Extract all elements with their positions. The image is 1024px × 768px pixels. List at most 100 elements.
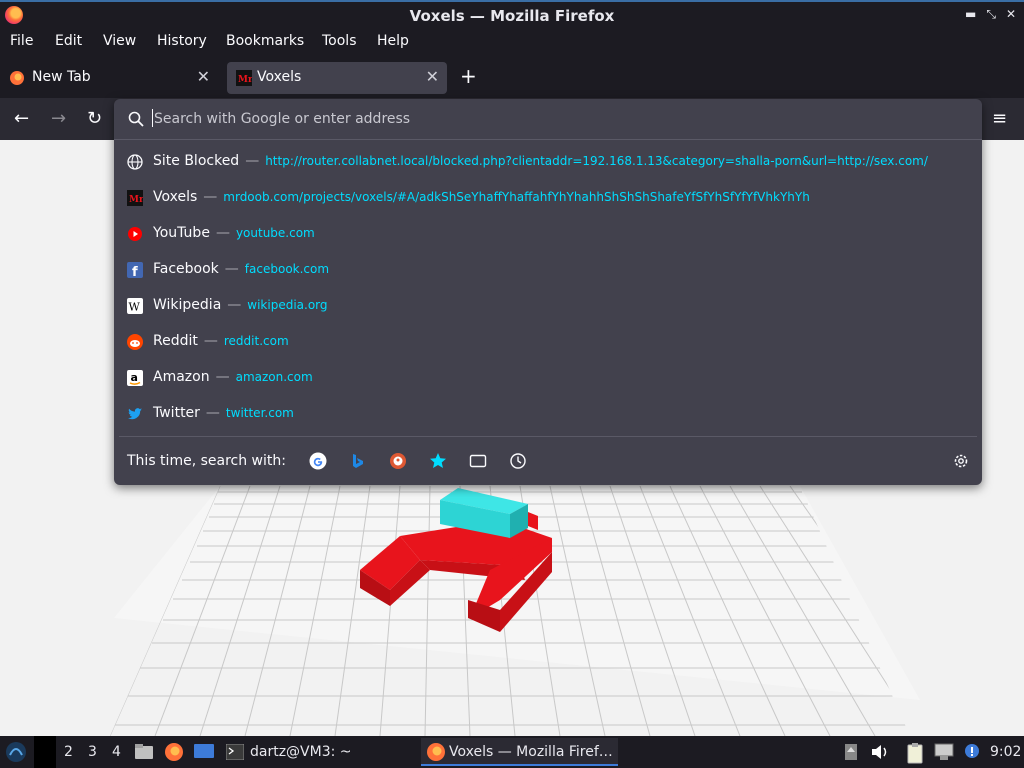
workspace-1[interactable] — [34, 736, 56, 768]
search-with-label: This time, search with: — [127, 453, 286, 469]
firefox-icon — [426, 742, 446, 766]
task-terminal[interactable]: dartz@VM3: ~ — [222, 738, 412, 766]
suggestion-separator: — — [224, 261, 239, 277]
svg-text:Mr: Mr — [238, 75, 252, 85]
suggestion-twitter[interactable]: Twitter — twitter.com — [119, 397, 977, 431]
desktop-icon[interactable] — [193, 743, 215, 765]
suggestion-url: wikipedia.org — [247, 298, 328, 312]
svg-text:f: f — [132, 265, 138, 278]
workspace-3[interactable]: 3 — [88, 744, 97, 760]
suggestion-title: Wikipedia — [153, 297, 222, 313]
suggestion-url: http://router.collabnet.local/blocked.ph… — [265, 154, 928, 168]
facebook-icon: f — [127, 262, 143, 280]
task-label: dartz@VM3: ~ — [250, 744, 352, 760]
minimize-button[interactable]: ▬ — [965, 7, 976, 22]
new-tab-plus-icon[interactable]: + — [460, 64, 477, 88]
text-caret — [152, 109, 153, 127]
google-icon[interactable] — [309, 452, 327, 470]
tabs-icon[interactable] — [469, 452, 487, 470]
twitter-icon — [127, 406, 143, 422]
reddit-icon — [127, 334, 143, 350]
tab-new-tab[interactable]: New Tab ✕ — [0, 62, 218, 94]
terminal-icon — [225, 743, 245, 764]
suggestion-title: Site Blocked — [153, 153, 240, 169]
tab-label: New Tab — [32, 69, 91, 85]
history-clock-icon[interactable] — [509, 452, 527, 470]
menu-bar: File Edit View History Bookmarks Tools H… — [0, 30, 1024, 54]
suggestion-site-blocked[interactable]: Site Blocked — http://router.collabnet.loc… — [119, 145, 977, 179]
menu-file[interactable]: File — [10, 33, 33, 49]
suggestion-wikipedia[interactable]: W Wikipedia — wikipedia.org — [119, 289, 977, 323]
suggestion-amazon[interactable]: a Amazon — amazon.com — [119, 361, 977, 395]
start-menu-icon[interactable] — [4, 741, 28, 767]
maximize-button[interactable]: ⤡ — [986, 7, 996, 22]
window-title: Voxels — Mozilla Firefox — [409, 7, 615, 25]
suggestion-url: amazon.com — [235, 370, 313, 384]
bing-icon[interactable] — [349, 452, 367, 470]
suggestion-youtube[interactable]: YouTube — youtube.com — [119, 217, 977, 251]
clock: 9:02 — [990, 744, 1022, 760]
urlbar-dropdown: Site Blocked — http://router.collabnet.loc… — [114, 99, 982, 485]
suggestion-url: mrdoob.com/projects/voxels/#A/adkShSeYha… — [223, 190, 810, 204]
suggestion-separator: — — [205, 405, 220, 421]
suggestion-separator: — — [215, 225, 230, 241]
divider — [119, 436, 977, 437]
suggestion-separator: — — [203, 189, 218, 205]
close-tab-icon[interactable]: ✕ — [426, 67, 439, 86]
reload-icon[interactable]: ↻ — [87, 108, 102, 129]
menu-help[interactable]: Help — [377, 33, 409, 49]
suggestion-title: YouTube — [153, 225, 210, 241]
clipboard-icon[interactable] — [905, 742, 925, 768]
search-icon — [128, 111, 144, 131]
close-tab-icon[interactable]: ✕ — [197, 67, 210, 86]
workspace-2[interactable]: 2 — [64, 744, 73, 760]
menu-tools[interactable]: Tools — [322, 33, 357, 49]
tab-label: Voxels — [257, 69, 302, 85]
tab-voxels[interactable]: Mr Voxels ✕ — [227, 62, 447, 94]
suggestion-title: Facebook — [153, 261, 219, 277]
forward-arrow-icon[interactable]: → — [51, 108, 66, 129]
suggestion-voxels[interactable]: Mr Voxels — mrdoob.com/projects/voxels/#A/… — [119, 181, 977, 215]
suggestion-reddit[interactable]: Reddit — reddit.com — [119, 325, 977, 359]
network-icon[interactable] — [933, 742, 955, 766]
window-titlebar: Voxels — Mozilla Firefox ▬ ⤡ ✕ — [0, 0, 1024, 30]
updates-icon[interactable] — [844, 743, 858, 765]
suggestion-title: Voxels — [153, 189, 198, 205]
duckduckgo-icon[interactable] — [389, 452, 407, 470]
firefox-favicon-icon — [9, 70, 25, 86]
amazon-icon: a — [127, 370, 143, 386]
task-label: Voxels — Mozilla Firef… — [449, 744, 613, 760]
suggestion-url: youtube.com — [235, 226, 315, 240]
suggestion-url: twitter.com — [225, 406, 294, 420]
menu-history[interactable]: History — [157, 33, 207, 49]
menu-view[interactable]: View — [103, 33, 136, 49]
svg-text:W: W — [129, 301, 141, 314]
firefox-launcher-icon[interactable] — [164, 742, 184, 766]
suggestion-url: reddit.com — [223, 334, 289, 348]
settings-gear-icon[interactable] — [952, 452, 970, 474]
hamburger-menu-icon[interactable]: ≡ — [992, 108, 1007, 129]
url-input[interactable] — [152, 107, 956, 131]
suggestion-title: Reddit — [153, 333, 198, 349]
notification-info-icon[interactable] — [962, 742, 982, 766]
task-firefox[interactable]: Voxels — Mozilla Firef… — [421, 738, 618, 766]
suggestion-title: Amazon — [153, 369, 210, 385]
back-arrow-icon[interactable]: ← — [14, 108, 29, 129]
suggestion-separator: — — [227, 297, 242, 313]
suggestion-separator: — — [245, 153, 260, 169]
volume-icon[interactable] — [870, 743, 890, 765]
suggestion-separator: — — [203, 333, 218, 349]
urlbar — [114, 99, 982, 140]
suggestion-title: Twitter — [153, 405, 200, 421]
file-manager-icon[interactable] — [134, 742, 154, 766]
menu-edit[interactable]: Edit — [55, 33, 82, 49]
youtube-icon — [127, 226, 143, 242]
suggestion-facebook[interactable]: f Facebook — facebook.com — [119, 253, 977, 287]
suggestion-separator: — — [215, 369, 230, 385]
mrdoob-favicon-icon: Mr — [236, 70, 253, 86]
workspace-4[interactable]: 4 — [112, 744, 121, 760]
bookmarks-star-icon[interactable] — [429, 452, 447, 470]
menu-bookmarks[interactable]: Bookmarks — [226, 33, 304, 49]
close-window-button[interactable]: ✕ — [1006, 7, 1016, 22]
mrdoob-icon: Mr — [127, 190, 144, 206]
